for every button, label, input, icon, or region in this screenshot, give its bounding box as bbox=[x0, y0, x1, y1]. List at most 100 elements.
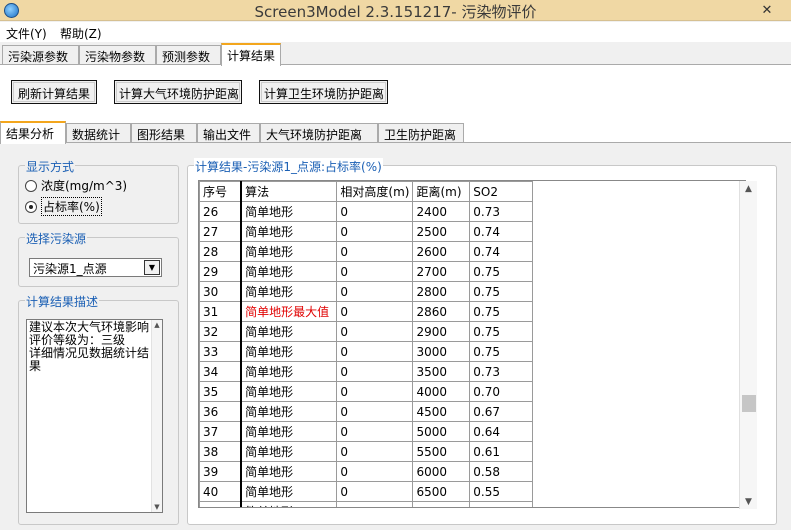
table-cell[interactable]: 0 bbox=[336, 461, 414, 482]
table-cell[interactable]: 0.67 bbox=[469, 401, 534, 422]
table-row[interactable]: 34 简单地形 0 3500 0.73 bbox=[199, 361, 745, 382]
table-cell[interactable]: 0 bbox=[336, 261, 414, 282]
table-cell[interactable]: 简单地形 bbox=[240, 461, 338, 482]
table-cell[interactable]: 2900 bbox=[412, 321, 471, 342]
row-header[interactable]: 33 bbox=[199, 341, 243, 362]
table-row[interactable]: 40 简单地形 0 6500 0.55 bbox=[199, 481, 745, 502]
subtab-analysis[interactable]: 结果分析 bbox=[0, 121, 66, 144]
table-cell[interactable]: 简单地形 bbox=[240, 261, 338, 282]
tab-results[interactable]: 计算结果 bbox=[221, 43, 281, 66]
table-cell[interactable]: 2500 bbox=[412, 221, 471, 242]
table-cell[interactable]: 0.74 bbox=[469, 241, 534, 262]
table-cell[interactable]: 0.75 bbox=[469, 301, 534, 322]
row-header[interactable]: 38 bbox=[199, 441, 243, 462]
table-cell[interactable]: 0.75 bbox=[469, 321, 534, 342]
table-cell[interactable]: 5000 bbox=[412, 421, 471, 442]
table-cell[interactable]: 0 bbox=[336, 301, 414, 322]
table-cell[interactable]: 0.52 bbox=[469, 501, 534, 507]
table-cell[interactable]: 0 bbox=[336, 321, 414, 342]
chevron-down-icon[interactable]: ▼ bbox=[144, 260, 160, 275]
table-cell[interactable]: 简单地形 bbox=[240, 501, 338, 507]
table-cell[interactable]: 0 bbox=[336, 241, 414, 262]
table-cell[interactable]: 0 bbox=[336, 281, 414, 302]
table-cell[interactable]: 3000 bbox=[412, 341, 471, 362]
scroll-down-icon[interactable]: ▼ bbox=[152, 503, 162, 511]
row-header[interactable]: 35 bbox=[199, 381, 243, 402]
tab-prediction-params[interactable]: 预测参数 bbox=[156, 45, 221, 65]
table-row[interactable]: 31 简单地形最大值 0 2860 0.75 bbox=[199, 301, 745, 322]
row-header[interactable]: 39 bbox=[199, 461, 243, 482]
menu-help[interactable]: 帮助(Z) bbox=[60, 25, 102, 42]
table-row[interactable]: 30 简单地形 0 2800 0.75 bbox=[199, 281, 745, 302]
table-row[interactable]: 39 简单地形 0 6000 0.58 bbox=[199, 461, 745, 482]
table-cell[interactable]: 简单地形 bbox=[240, 321, 338, 342]
row-header[interactable]: 26 bbox=[199, 201, 243, 222]
row-header[interactable]: 41 bbox=[199, 501, 243, 507]
table-cell[interactable]: 0.73 bbox=[469, 201, 534, 222]
table-cell[interactable]: 0.64 bbox=[469, 421, 534, 442]
subtab-statistics[interactable]: 数据统计 bbox=[66, 123, 131, 143]
table-cell[interactable]: 4500 bbox=[412, 401, 471, 422]
tab-pollutant-params[interactable]: 污染物参数 bbox=[79, 45, 156, 65]
table-cell[interactable]: 简单地形 bbox=[240, 241, 338, 262]
row-header[interactable]: 29 bbox=[199, 261, 243, 282]
subtab-air-protection[interactable]: 大气环境防护距离 bbox=[260, 123, 378, 143]
subtab-output-file[interactable]: 输出文件 bbox=[197, 123, 260, 143]
table-cell[interactable]: 0 bbox=[336, 361, 414, 382]
table-cell[interactable]: 0 bbox=[336, 221, 414, 242]
table-cell[interactable]: 2860 bbox=[412, 301, 471, 322]
table-cell[interactable]: 简单地形 bbox=[240, 421, 338, 442]
scroll-up-icon[interactable]: ▲ bbox=[152, 321, 162, 329]
radio-concentration[interactable]: 浓度(mg/m^3) bbox=[25, 177, 127, 194]
table-cell[interactable]: 4000 bbox=[412, 381, 471, 402]
row-header[interactable]: 36 bbox=[199, 401, 243, 422]
row-header[interactable]: 40 bbox=[199, 481, 243, 502]
table-cell[interactable]: 0.70 bbox=[469, 381, 534, 402]
table-row[interactable]: 32 简单地形 0 2900 0.75 bbox=[199, 321, 745, 342]
table-cell[interactable]: 简单地形 bbox=[240, 341, 338, 362]
row-header[interactable]: 28 bbox=[199, 241, 243, 262]
table-row[interactable]: 27 简单地形 0 2500 0.74 bbox=[199, 221, 745, 242]
table-cell[interactable]: 0.61 bbox=[469, 441, 534, 462]
results-scrollbar[interactable]: ▲ ▼ bbox=[739, 181, 757, 509]
table-cell[interactable]: 0 bbox=[336, 421, 414, 442]
table-cell[interactable]: 0.73 bbox=[469, 361, 534, 382]
refresh-results-button[interactable]: 刷新计算结果 bbox=[11, 80, 97, 104]
table-cell[interactable]: 0.58 bbox=[469, 461, 534, 482]
calc-air-protection-button[interactable]: 计算大气环境防护距离 bbox=[114, 80, 242, 104]
row-header[interactable]: 30 bbox=[199, 281, 243, 302]
table-cell[interactable]: 简单地形 bbox=[240, 481, 338, 502]
subtab-graphics[interactable]: 图形结果 bbox=[131, 123, 197, 143]
scroll-thumb[interactable] bbox=[742, 395, 756, 412]
table-cell[interactable]: 0.75 bbox=[469, 261, 534, 282]
table-cell[interactable]: 0.74 bbox=[469, 221, 534, 242]
table-cell[interactable]: 0 bbox=[336, 381, 414, 402]
results-grid[interactable]: 序号 算法 相对高度(m) 距离(m) SO2 26 简单地形 0 2400 0.73 27 简单地形… bbox=[198, 180, 746, 508]
column-header-algorithm[interactable]: 算法 bbox=[240, 181, 338, 202]
table-cell[interactable]: 简单地形最大值 bbox=[240, 301, 338, 322]
column-header-relative-height[interactable]: 相对高度(m) bbox=[336, 181, 414, 202]
table-row[interactable]: 36 简单地形 0 4500 0.67 bbox=[199, 401, 745, 422]
column-header-distance[interactable]: 距离(m) bbox=[412, 181, 471, 202]
table-cell[interactable]: 0 bbox=[336, 341, 414, 362]
subtab-health-protection[interactable]: 卫生防护距离 bbox=[378, 123, 464, 143]
table-row[interactable]: 41简单地形070000.52 bbox=[199, 501, 745, 507]
table-cell[interactable]: 6500 bbox=[412, 481, 471, 502]
table-cell[interactable]: 简单地形 bbox=[240, 221, 338, 242]
table-cell[interactable]: 2800 bbox=[412, 281, 471, 302]
table-cell[interactable]: 简单地形 bbox=[240, 201, 338, 222]
source-select[interactable]: 污染源1_点源 ▼ bbox=[29, 258, 162, 277]
table-cell[interactable]: 简单地形 bbox=[240, 381, 338, 402]
table-cell[interactable]: 简单地形 bbox=[240, 281, 338, 302]
row-header[interactable]: 27 bbox=[199, 221, 243, 242]
row-header[interactable]: 34 bbox=[199, 361, 243, 382]
calc-health-protection-button[interactable]: 计算卫生环境防护距离 bbox=[259, 80, 388, 104]
table-row[interactable]: 28 简单地形 0 2600 0.74 bbox=[199, 241, 745, 262]
table-cell[interactable]: 6000 bbox=[412, 461, 471, 482]
table-cell[interactable]: 2700 bbox=[412, 261, 471, 282]
radio-concentration-button[interactable] bbox=[25, 179, 37, 192]
table-cell[interactable]: 0 bbox=[336, 481, 414, 502]
table-cell[interactable]: 0 bbox=[336, 401, 414, 422]
menu-file[interactable]: 文件(Y) bbox=[6, 25, 47, 42]
radio-percent[interactable]: 占标率(%) bbox=[25, 197, 102, 216]
